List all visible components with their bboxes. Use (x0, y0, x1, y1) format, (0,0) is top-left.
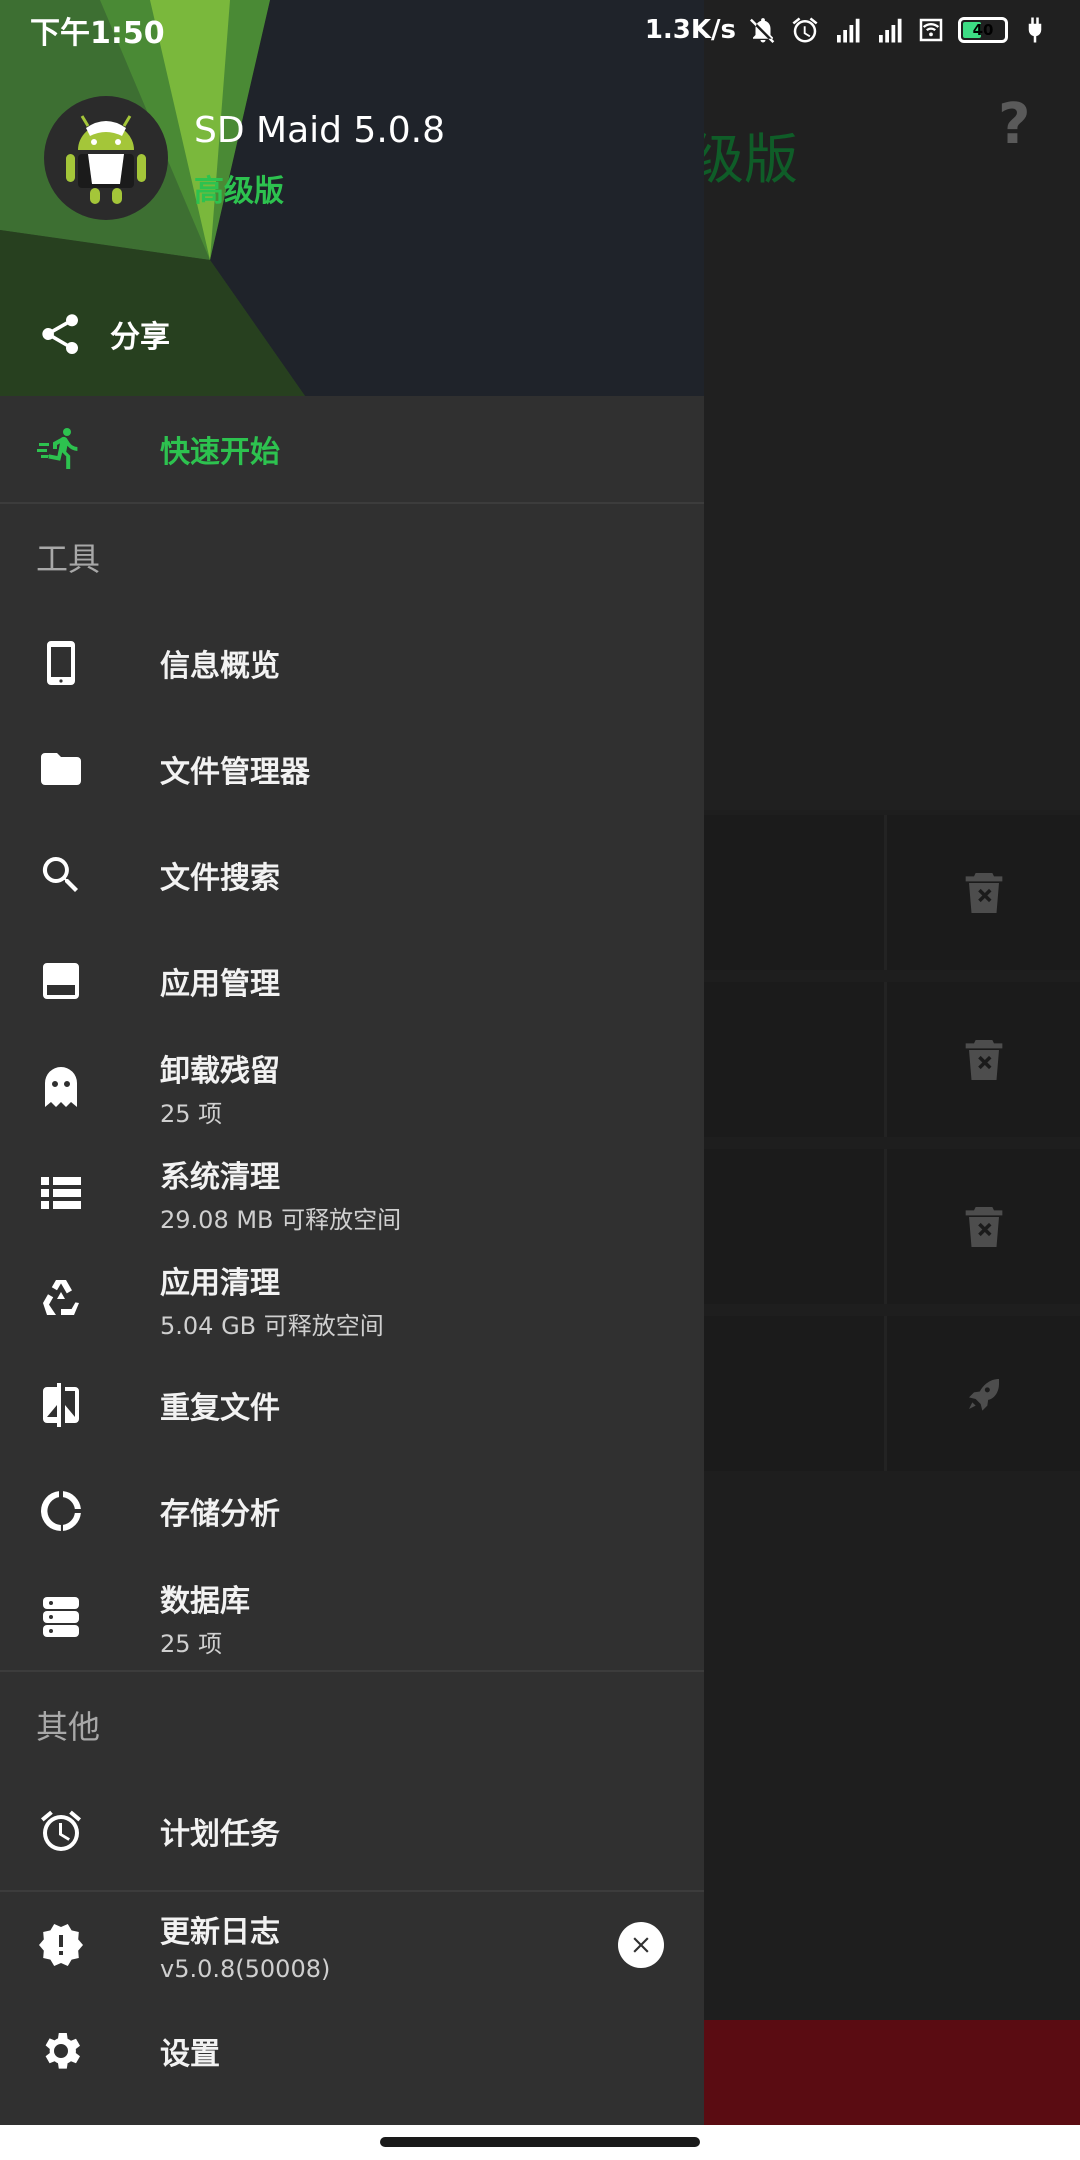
menu-item-overview[interactable]: 信息概览 (0, 610, 704, 716)
menu-item-storage-analyzer[interactable]: 存储分析 (0, 1458, 704, 1564)
menu-item-label: 应用清理 (160, 1265, 280, 1301)
background-title: 级版 (690, 128, 798, 191)
navigation-drawer: SD Maid 5.0.8 高级版 分享 快速开始 工具 信息概览 文件管理器 (0, 0, 704, 2125)
menu-item-label: 卸载残留 (160, 1053, 280, 1089)
menu-item-label: 文件管理器 (160, 755, 310, 790)
menu-item-subtitle: 25 项 (160, 1099, 223, 1128)
battery-level: 40 (972, 21, 994, 39)
signal-hd-icon (837, 18, 860, 43)
menu-item-label: 快速开始 (160, 435, 280, 470)
status-icons: 1.3K/s 40 (645, 15, 1050, 45)
charging-icon (1028, 17, 1042, 43)
menu-item-label: 应用管理 (160, 967, 280, 1002)
menu-item-file-manager[interactable]: 文件管理器 (0, 716, 704, 822)
android-maid-icon (66, 115, 146, 204)
compare-icon (36, 1380, 86, 1430)
menu-item-file-search[interactable]: 文件搜索 (0, 822, 704, 928)
menu-item-subtitle: v5.0.8(50008) (160, 1955, 331, 1983)
folder-icon (36, 744, 86, 794)
menu-item-label: 信息概览 (160, 649, 280, 684)
menu-item-subtitle: 29.08 MB 可释放空间 (160, 1205, 402, 1234)
menu-item-label: 更新日志 (160, 1915, 280, 1950)
app-avatar (44, 96, 168, 220)
menu-item-settings[interactable]: 设置 (0, 1998, 704, 2104)
gear-icon (36, 2026, 86, 2076)
menu-item-label: 存储分析 (160, 1497, 280, 1532)
donut-chart-icon (36, 1486, 86, 1536)
menu-item-corpse-finder[interactable]: 卸载残留 25 项 (0, 1034, 704, 1140)
menu-item-label: 系统清理 (160, 1159, 280, 1195)
menu-item-label: 计划任务 (160, 1817, 280, 1852)
phone-icon (36, 638, 86, 688)
mute-bell-icon (750, 18, 775, 43)
menu-item-subtitle: 25 项 (160, 1629, 223, 1658)
alert-badge-icon (36, 1920, 86, 1970)
menu-item-subtitle: 5.04 GB 可释放空间 (160, 1311, 384, 1340)
alarm-clock-icon (36, 1806, 86, 1856)
status-time: 下午1:50 (30, 16, 165, 51)
list-icon (36, 1168, 86, 1218)
database-icon (36, 1592, 86, 1642)
app-tier: 高级版 (194, 174, 284, 209)
delete-icon[interactable] (884, 982, 1080, 1137)
rocket-icon[interactable] (884, 1316, 1080, 1471)
share-button[interactable]: 分享 (36, 310, 170, 358)
menu-item-label: 重复文件 (160, 1391, 280, 1426)
menu-item-changelog[interactable]: 更新日志 v5.0.8(50008) (0, 1892, 704, 1998)
menu-item-label: 设置 (160, 2037, 220, 2072)
menu-item-quick-start[interactable]: 快速开始 (0, 396, 704, 502)
section-other: 其他 (36, 1708, 101, 1746)
run-icon (36, 424, 86, 474)
menu-item-label: 数据库 (160, 1583, 250, 1619)
delete-icon[interactable] (884, 815, 1080, 970)
status-bar: 下午1:50 1.3K/s 40 (0, 0, 1080, 60)
recycle-icon (36, 1274, 86, 1324)
alarm-icon (792, 17, 818, 43)
app-name: SD Maid 5.0.8 (194, 110, 446, 151)
menu-item-databases[interactable]: 数据库 25 项 (0, 1564, 704, 1670)
gesture-handle[interactable] (380, 2137, 700, 2147)
drawer-menu: 快速开始 工具 信息概览 文件管理器 文件搜索 应用管理 卸载残留 25 项 系… (0, 396, 704, 2104)
menu-item-scheduler[interactable]: 计划任务 (0, 1778, 704, 1884)
wifi-icon (919, 18, 943, 42)
network-speed: 1.3K/s (644, 15, 736, 45)
share-label: 分享 (110, 320, 170, 355)
menu-item-duplicates[interactable]: 重复文件 (0, 1352, 704, 1458)
menu-item-label: 文件搜索 (160, 861, 280, 896)
help-icon[interactable]: ? (998, 92, 1030, 157)
signal-icon (879, 18, 902, 43)
share-icon (42, 314, 78, 354)
battery-icon: 40 (958, 17, 1008, 43)
menu-item-app-manager[interactable]: 应用管理 (0, 928, 704, 1034)
section-tools: 工具 (36, 540, 101, 578)
dismiss-changelog-button[interactable] (618, 1922, 664, 1968)
app-box-icon (36, 956, 86, 1006)
search-icon (36, 850, 86, 900)
menu-item-system-cleaner[interactable]: 系统清理 29.08 MB 可释放空间 (0, 1140, 704, 1246)
menu-item-app-cleaner[interactable]: 应用清理 5.04 GB 可释放空间 (0, 1246, 704, 1352)
ghost-icon (36, 1062, 86, 1112)
close-icon (633, 1937, 649, 1953)
delete-icon[interactable] (884, 1149, 1080, 1304)
